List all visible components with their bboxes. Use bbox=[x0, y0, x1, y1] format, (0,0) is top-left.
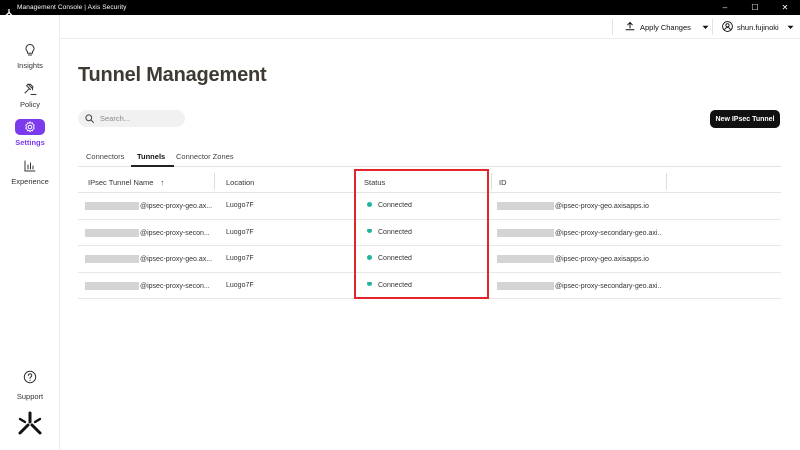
help-icon bbox=[23, 370, 37, 389]
column-header-status[interactable]: Status bbox=[364, 178, 385, 187]
user-name: shun.fujinoki bbox=[737, 22, 779, 32]
tunnel-name-cell: @ipsec-proxy-geo.ax... bbox=[85, 255, 213, 263]
gear-icon bbox=[15, 119, 45, 135]
sidebar-item-insights[interactable]: Insights bbox=[0, 42, 60, 70]
table-row[interactable]: @ipsec-proxy-secon... Luogo7F Connected … bbox=[78, 220, 781, 246]
table-header: IPsec Tunnel Name ↑ Location Status ID bbox=[78, 170, 781, 193]
gavel-icon bbox=[15, 81, 45, 97]
search-input[interactable] bbox=[100, 114, 180, 123]
column-header-id[interactable]: ID bbox=[499, 178, 507, 187]
redacted-text bbox=[85, 281, 139, 290]
redacted-text bbox=[497, 255, 554, 263]
window-titlebar: Management Console | Axis Security – ☐ ✕ bbox=[0, 0, 800, 16]
column-separator[interactable] bbox=[355, 173, 356, 190]
location-cell: Luogo7F bbox=[226, 281, 254, 289]
sidebar-item-label: Insights bbox=[17, 61, 43, 70]
user-menu-button[interactable]: shun.fujinoki bbox=[722, 19, 794, 35]
status-cell: Connected bbox=[367, 202, 412, 209]
redacted-text bbox=[497, 281, 554, 290]
tunnel-name-cell: @ipsec-proxy-secon... bbox=[85, 281, 213, 290]
location-cell: Luogo7F bbox=[226, 228, 254, 236]
tunnel-name-cell: @ipsec-proxy-secon... bbox=[85, 228, 213, 237]
redacted-text bbox=[497, 202, 554, 210]
sidebar-item-label: Settings bbox=[15, 138, 45, 147]
page-title: Tunnel Management bbox=[78, 64, 267, 86]
bar-chart-icon bbox=[15, 158, 45, 174]
status-cell: Connected bbox=[367, 281, 412, 289]
status-connected-dot bbox=[367, 255, 372, 260]
redacted-text bbox=[497, 228, 554, 237]
table-row[interactable]: @ipsec-proxy-geo.ax... Luogo7F Connected… bbox=[78, 193, 781, 220]
window-title: Management Console | Axis Security bbox=[17, 4, 127, 11]
minimize-button[interactable]: – bbox=[710, 0, 740, 15]
apply-changes-button[interactable]: Apply Changes bbox=[625, 19, 709, 35]
column-header-location[interactable]: Location bbox=[226, 178, 254, 187]
column-separator[interactable] bbox=[214, 173, 215, 190]
redacted-text bbox=[85, 255, 139, 263]
location-cell: Luogo7F bbox=[226, 202, 254, 209]
maximize-button[interactable]: ☐ bbox=[740, 0, 770, 15]
lightbulb-icon bbox=[15, 42, 45, 58]
apply-changes-label: Apply Changes bbox=[640, 22, 691, 32]
column-header-name[interactable]: IPsec Tunnel Name ↑ bbox=[88, 178, 164, 187]
sidebar-item-label: Policy bbox=[19, 100, 40, 109]
axis-logo-icon bbox=[16, 410, 44, 438]
sidebar-item-policy[interactable]: Policy bbox=[0, 81, 60, 109]
status-connected-dot bbox=[367, 228, 372, 234]
tunnel-name-cell: @ipsec-proxy-geo.ax... bbox=[85, 202, 213, 210]
sidebar-item-label: Experience bbox=[11, 177, 49, 186]
status-cell: Connected bbox=[367, 228, 412, 236]
status-cell: Connected bbox=[367, 255, 412, 262]
top-bar: Apply Changes shun.fujinoki bbox=[60, 15, 800, 39]
redacted-text bbox=[85, 202, 139, 210]
upload-icon bbox=[625, 21, 635, 33]
sidebar-item-settings[interactable]: Settings bbox=[0, 119, 60, 147]
close-window-button[interactable]: ✕ bbox=[770, 0, 800, 15]
table-row[interactable]: @ipsec-proxy-secon... Luogo7F Connected … bbox=[78, 273, 781, 299]
tab-connector-zones[interactable]: Connector Zones bbox=[176, 152, 234, 161]
chevron-down-icon bbox=[787, 23, 794, 32]
id-cell: @ipsec-proxy-secondary-geo.axi... bbox=[497, 228, 662, 237]
tunnels-table: IPsec Tunnel Name ↑ Location Status ID @… bbox=[78, 170, 781, 299]
location-cell: Luogo7F bbox=[226, 255, 254, 262]
id-cell: @ipsec-proxy-geo.axisapps.io bbox=[497, 255, 662, 263]
sidebar-item-experience[interactable]: Experience bbox=[0, 158, 60, 186]
active-tab-indicator bbox=[131, 165, 174, 167]
column-separator[interactable] bbox=[491, 173, 492, 190]
user-avatar-icon bbox=[722, 20, 733, 34]
search-icon bbox=[85, 110, 94, 128]
id-cell: @ipsec-proxy-secondary-geo.axi... bbox=[497, 281, 662, 290]
status-connected-dot bbox=[367, 202, 372, 207]
search-box[interactable] bbox=[78, 110, 185, 127]
new-ipsec-tunnel-button[interactable]: New IPsec Tunnel bbox=[710, 110, 780, 128]
tab-tunnels[interactable]: Tunnels bbox=[137, 152, 165, 161]
column-separator[interactable] bbox=[666, 173, 667, 190]
header-divider bbox=[712, 19, 713, 35]
chevron-down-icon bbox=[702, 23, 709, 32]
tab-connectors[interactable]: Connectors bbox=[86, 152, 124, 161]
redacted-text bbox=[85, 228, 139, 237]
sort-ascending-icon: ↑ bbox=[160, 178, 165, 187]
status-connected-dot bbox=[367, 281, 372, 287]
app-logo-icon bbox=[5, 4, 13, 16]
table-row[interactable]: @ipsec-proxy-geo.ax... Luogo7F Connected… bbox=[78, 246, 781, 273]
support-label: Support bbox=[16, 392, 44, 401]
header-divider bbox=[612, 19, 613, 35]
id-cell: @ipsec-proxy-geo.axisapps.io bbox=[497, 202, 662, 210]
tab-bar: Connectors Tunnels Connector Zones bbox=[78, 145, 781, 167]
sidebar-item-support[interactable]: Support bbox=[0, 370, 60, 401]
